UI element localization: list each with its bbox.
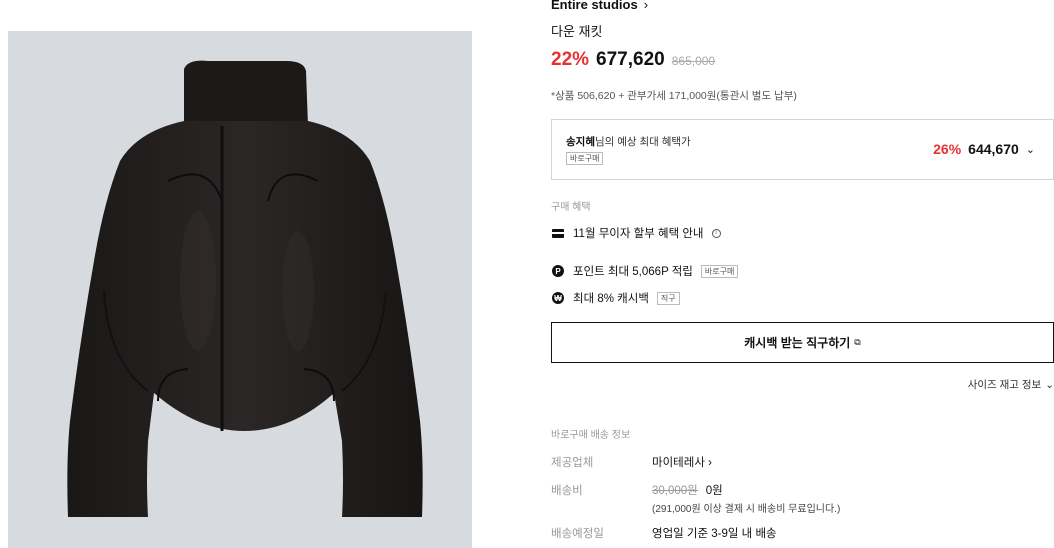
cashback-benefit: ₩ 최대 8% 캐시백 직구 bbox=[551, 290, 680, 306]
product-name: 다운 재킷 bbox=[551, 24, 603, 39]
product-image bbox=[8, 31, 472, 548]
max-benefit-discount: 26% bbox=[933, 141, 962, 157]
chevron-down-icon: ⌄ bbox=[1045, 378, 1054, 391]
fee-value: 0원 bbox=[705, 485, 723, 497]
max-benefit-title: 송지혜님의 예상 최대 혜택가 bbox=[566, 134, 691, 149]
brand-name: Entire studios bbox=[551, 0, 638, 12]
size-stock-label: 사이즈 재고 정보 bbox=[967, 379, 1042, 391]
jacket-illustration bbox=[67, 60, 423, 517]
vendor-link[interactable]: 마이테레사 › bbox=[652, 454, 712, 470]
purchase-tag: 바로구매 bbox=[566, 152, 604, 165]
direct-purchase-label: 캐시백 받는 직구하기 bbox=[744, 336, 851, 350]
chevron-down-icon: ⌄ bbox=[1025, 143, 1035, 156]
purchase-benefits-label: 구매 혜택 bbox=[551, 202, 591, 213]
cashback-icon: ₩ bbox=[551, 291, 565, 305]
points-benefit: P 포인트 최대 5,066P 적립 바로구매 bbox=[551, 263, 739, 279]
shipping-fee-row: 배송비 30,000원 0원 bbox=[551, 482, 723, 498]
size-stock-toggle[interactable]: 사이즈 재고 정보 ⌄ bbox=[968, 377, 1054, 392]
max-benefit-price: 644,670 bbox=[968, 141, 1019, 157]
shipping-eta-row: 배송예정일 영업일 기준 3-9일 내 배송 bbox=[551, 525, 777, 541]
installment-text: 11월 무이자 할부 혜택 안내 bbox=[573, 228, 704, 240]
installment-benefit[interactable]: 11월 무이자 할부 혜택 안내 i bbox=[551, 225, 721, 241]
vendor-value: 마이테레사 bbox=[652, 457, 705, 469]
sale-price: 677,620 bbox=[596, 49, 665, 70]
fee-original: 30,000원 bbox=[652, 485, 698, 497]
original-price: 865,000 bbox=[671, 54, 716, 68]
brand-link[interactable]: Entire studios › bbox=[551, 0, 648, 12]
max-benefit-toggle[interactable]: 26% 644,670 ⌄ bbox=[933, 141, 1035, 157]
chevron-right-icon: › bbox=[708, 457, 712, 469]
points-text: 포인트 최대 5,066P 적립 bbox=[573, 266, 693, 278]
shipping-info-label: 바로구매 배송 정보 bbox=[551, 430, 631, 441]
discount-rate: 22% bbox=[551, 49, 590, 70]
product-info-panel: Entire studios › 다운 재킷 22% 677,620 865,0… bbox=[551, 0, 1054, 548]
cashback-tag: 직구 bbox=[656, 291, 680, 305]
user-name: 송지혜 bbox=[566, 136, 595, 148]
credit-card-icon bbox=[551, 226, 565, 240]
external-link-icon: ⧉ bbox=[854, 337, 861, 347]
cashback-text: 최대 8% 캐시백 bbox=[573, 293, 649, 305]
chevron-right-icon: › bbox=[643, 0, 649, 12]
fee-note: (291,000원 이상 결제 시 배송비 무료입니다.) bbox=[652, 504, 841, 515]
shipping-vendor-row: 제공업체 마이테레사 › bbox=[551, 454, 712, 470]
points-tag: 바로구매 bbox=[700, 264, 739, 278]
eta-key: 배송예정일 bbox=[551, 528, 604, 540]
fee-key: 배송비 bbox=[551, 485, 583, 497]
tax-note: *상품 506,620 + 관부가세 171,000원(통관시 별도 납부) bbox=[551, 90, 797, 102]
max-benefit-suffix: 님의 예상 최대 혜택가 bbox=[594, 136, 691, 148]
max-benefit-box[interactable]: 송지혜님의 예상 최대 혜택가 바로구매 26% 644,670 ⌄ bbox=[551, 119, 1054, 180]
eta-value: 영업일 기준 3-9일 내 배송 bbox=[652, 528, 777, 540]
price-row: 22% 677,620 865,000 bbox=[551, 49, 715, 71]
direct-purchase-button[interactable]: 캐시백 받는 직구하기 ⧉ bbox=[551, 322, 1054, 363]
point-icon: P bbox=[551, 264, 565, 278]
info-icon[interactable]: i bbox=[711, 228, 721, 238]
vendor-key: 제공업체 bbox=[551, 457, 594, 469]
